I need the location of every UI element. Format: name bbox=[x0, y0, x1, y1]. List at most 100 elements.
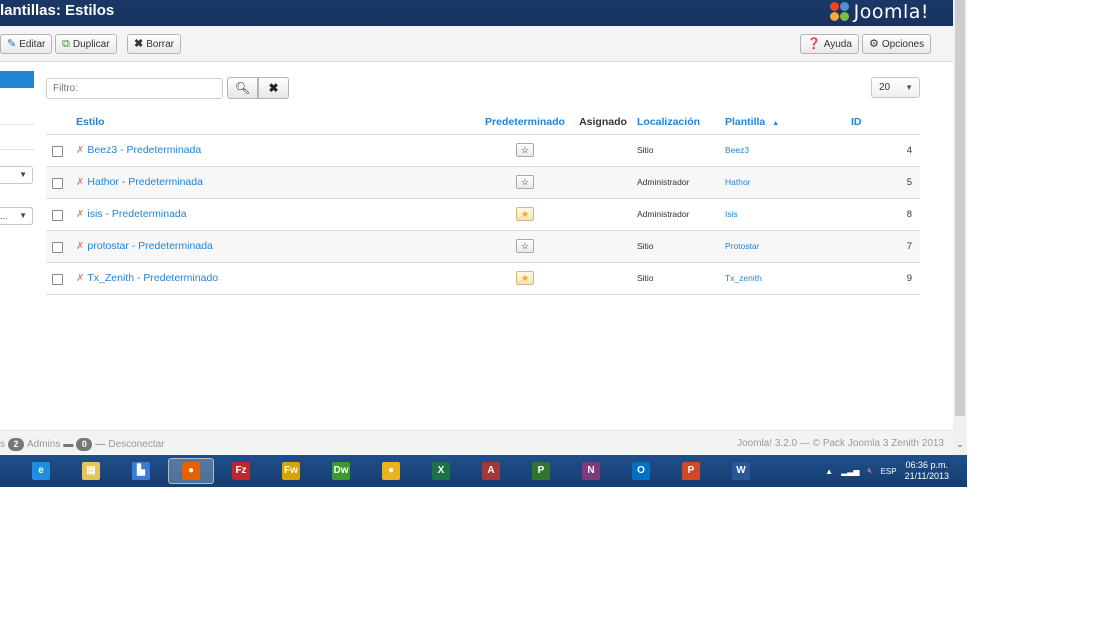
sidebar-filter-select[interactable]: ... ▼ bbox=[0, 207, 33, 225]
taskbar-app-ie-icon[interactable]: e bbox=[28, 458, 54, 484]
taskbar-app-outlook-icon[interactable]: O bbox=[628, 458, 654, 484]
id-cell: 8 bbox=[851, 198, 920, 231]
taskbar-app-onenote-icon[interactable]: N bbox=[578, 458, 604, 484]
edit-label: Editar bbox=[19, 38, 46, 50]
taskbar-app-project-icon[interactable]: P bbox=[528, 458, 554, 484]
row-checkbox[interactable] bbox=[52, 273, 63, 285]
column-header-template-label: Plantilla bbox=[725, 115, 766, 128]
location-cell: Administrador bbox=[633, 198, 721, 231]
template-link[interactable]: Beez3 bbox=[725, 145, 749, 155]
taskbar-app-firefox-icon[interactable]: ● bbox=[168, 458, 214, 484]
taskbar-app-access-icon[interactable]: A bbox=[478, 458, 504, 484]
star-icon[interactable]: ☆ bbox=[516, 239, 534, 253]
template-link[interactable]: Hathor bbox=[725, 177, 751, 187]
app-glyph: O bbox=[632, 462, 650, 480]
location-text: Sitio bbox=[637, 144, 654, 155]
row-checkbox[interactable] bbox=[52, 177, 63, 189]
status-bar: s 2 Admins ▬ 0 — Desconectar Joomla! 3.2… bbox=[0, 430, 953, 454]
minus-icon: — bbox=[95, 439, 106, 450]
chevron-down-icon: ▼ bbox=[19, 211, 27, 220]
star-icon[interactable]: ☆ bbox=[516, 143, 534, 157]
sort-asc-icon: ▲ bbox=[772, 119, 780, 127]
taskbar-clock[interactable]: 06:36 p.m. 21/11/2013 bbox=[905, 460, 949, 482]
style-name-link[interactable]: Tx_Zenith - Predeterminado bbox=[87, 272, 218, 284]
style-name-link[interactable]: isis - Predeterminada bbox=[87, 208, 186, 220]
style-name-link[interactable]: protostar - Predeterminada bbox=[87, 240, 212, 252]
star-icon[interactable]: ★ bbox=[516, 207, 534, 221]
windows-taskbar: e ▤ ▙ ● Fz Fw Dw ● X A P N O P W ▲ ▂▃▅ 🔇︎ ESP 06:36 p.… bbox=[0, 455, 967, 487]
scrollbar-thumb[interactable] bbox=[955, 0, 965, 416]
sidebar-divider bbox=[0, 149, 34, 150]
delete-button[interactable]: ✖ Borrar bbox=[127, 34, 182, 54]
signal-icon[interactable]: ▂▃▅ bbox=[841, 467, 859, 476]
app-glyph: ▤ bbox=[82, 462, 100, 480]
app-glyph: N bbox=[582, 462, 600, 480]
column-header-template[interactable]: Plantilla ▲ bbox=[721, 110, 851, 135]
assigned-cell bbox=[573, 134, 633, 167]
clear-filter-button[interactable]: ✖ bbox=[258, 77, 289, 99]
taskbar-app-chrome-icon[interactable]: ● bbox=[378, 458, 404, 484]
tray-expand-icon[interactable]: ▲ bbox=[825, 467, 833, 476]
vertical-scrollbar[interactable]: ⌄ bbox=[953, 0, 967, 455]
row-checkbox[interactable] bbox=[52, 241, 63, 253]
template-link[interactable]: Tx_zenith bbox=[725, 273, 762, 283]
table-row: ✗ Hathor - Predeterminada ☆ Administrador Ha… bbox=[46, 166, 920, 199]
column-header-default[interactable]: Predeterminado bbox=[477, 110, 573, 135]
volume-muted-icon[interactable]: 🔇︎ bbox=[868, 466, 873, 476]
taskbar-app-file-explorer-icon[interactable]: ▤ bbox=[78, 458, 104, 484]
column-header-assigned: Asignado bbox=[573, 110, 633, 135]
column-header-style[interactable]: Estilo bbox=[76, 110, 477, 135]
column-header-id[interactable]: ID bbox=[851, 110, 920, 135]
location-text: Sitio bbox=[637, 272, 654, 283]
row-checkbox[interactable] bbox=[52, 209, 63, 221]
filter-input[interactable] bbox=[46, 78, 223, 99]
clock-date: 21/11/2013 bbox=[904, 471, 949, 481]
location-text: Sitio bbox=[637, 240, 654, 251]
joomla-brand[interactable]: Joomla! bbox=[829, 1, 929, 23]
chevron-down-icon: ▼ bbox=[905, 83, 913, 92]
app-glyph: ● bbox=[382, 462, 400, 480]
app-glyph: W bbox=[732, 462, 750, 480]
edit-button[interactable]: ✎ Editar bbox=[0, 34, 53, 54]
template-link[interactable]: Isis bbox=[725, 209, 738, 219]
taskbar-app-filezilla-icon[interactable]: Fz bbox=[228, 458, 254, 484]
style-name-link[interactable]: Hathor - Predeterminada bbox=[87, 176, 203, 188]
taskbar-app-fireworks-icon[interactable]: Fw bbox=[278, 458, 304, 484]
joomla-logo-icon bbox=[829, 2, 850, 22]
taskbar-app-word-icon[interactable]: W bbox=[728, 458, 754, 484]
taskbar-app-windows-explorer-icon[interactable]: ▙ bbox=[128, 458, 154, 484]
app-glyph: P bbox=[682, 462, 700, 480]
gear-icon: ⚙ bbox=[869, 37, 879, 50]
page-title: lantillas: Estilos bbox=[0, 2, 115, 19]
duplicate-button[interactable]: ⧉ Duplicar bbox=[55, 34, 117, 54]
search-button[interactable]: 🔍︎ bbox=[227, 77, 258, 99]
location-cell: Sitio bbox=[633, 262, 721, 295]
id-cell: 9 bbox=[851, 262, 920, 295]
star-icon[interactable]: ☆ bbox=[516, 175, 534, 189]
star-icon[interactable]: ★ bbox=[516, 271, 534, 285]
options-button[interactable]: ⚙ Opciones bbox=[862, 34, 932, 54]
template-cell: Hathor bbox=[721, 166, 851, 199]
sidebar-item-active[interactable] bbox=[0, 71, 34, 88]
help-button[interactable]: ❓ Ayuda bbox=[800, 34, 859, 54]
style-name-link[interactable]: Beez3 - Predeterminada bbox=[87, 144, 201, 156]
taskbar-app-powerpoint-icon[interactable]: P bbox=[678, 458, 704, 484]
row-checkbox-cell bbox=[46, 262, 76, 295]
language-indicator[interactable]: ESP bbox=[881, 467, 897, 476]
logout-link[interactable]: Desconectar bbox=[108, 439, 164, 450]
admins-label[interactable]: Admins bbox=[27, 439, 60, 450]
list-limit-select[interactable]: 20 ▼ bbox=[871, 77, 920, 98]
column-header-location[interactable]: Localización bbox=[633, 110, 721, 135]
taskbar-app-dreamweaver-icon[interactable]: Dw bbox=[328, 458, 354, 484]
id-cell: 7 bbox=[851, 230, 920, 263]
row-checkbox-cell bbox=[46, 230, 76, 263]
sidebar-filter-select[interactable]: ▼ bbox=[0, 166, 33, 184]
assigned-cell bbox=[573, 230, 633, 263]
template-link[interactable]: Protostar bbox=[725, 241, 760, 251]
scroll-down-arrow-icon[interactable]: ⌄ bbox=[955, 440, 965, 452]
status-left: s 2 Admins ▬ 0 — Desconectar bbox=[0, 438, 165, 451]
row-checkbox[interactable] bbox=[52, 145, 63, 157]
envelope-icon: ▬ bbox=[63, 439, 74, 450]
app-glyph: A bbox=[482, 462, 500, 480]
taskbar-app-excel-icon[interactable]: X bbox=[428, 458, 454, 484]
